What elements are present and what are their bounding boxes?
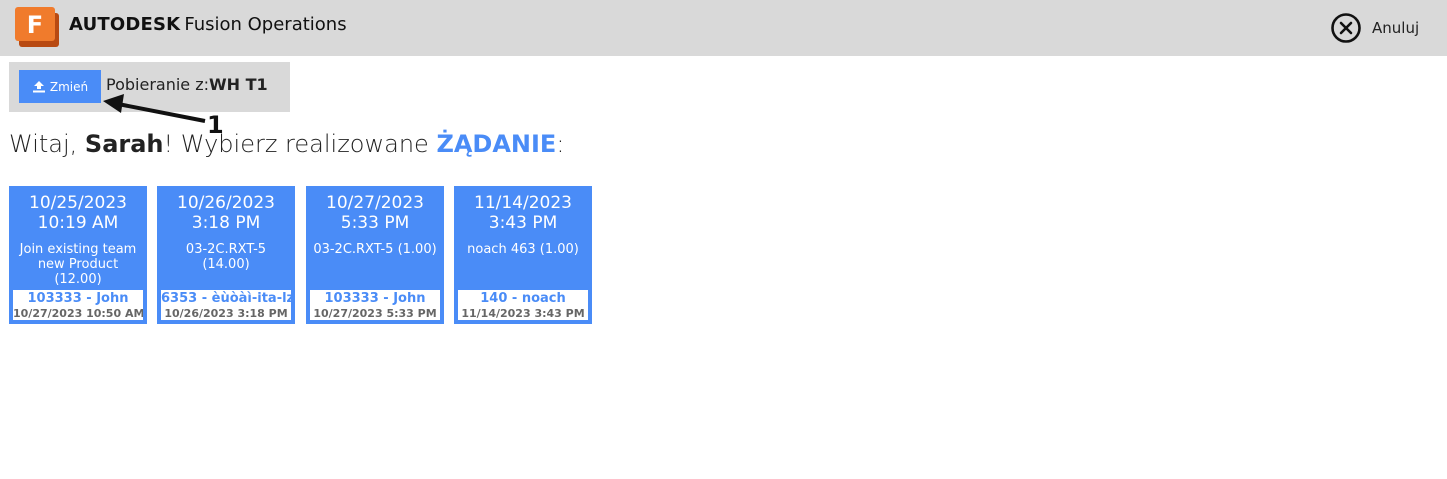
request-footer: 103333 - John 10/27/2023 10:50 AM <box>13 290 143 320</box>
request-timestamp: 10/27/2023 10:50 AM <box>13 307 143 320</box>
request-time: 3:18 PM <box>191 213 261 233</box>
request-timestamp: 11/14/2023 3:43 PM <box>461 307 585 320</box>
fusion-logo: F <box>15 7 59 47</box>
greeting-heading: Witaj, Sarah! Wybierz realizowane ŻĄDANI… <box>9 130 564 158</box>
greeting-prompt: ! Wybierz realizowane <box>163 130 437 158</box>
request-date: 10/25/2023 <box>29 193 127 213</box>
picking-location: Pobieranie z:WH T1 <box>106 75 268 94</box>
request-assignee: 140 - noach <box>480 291 566 306</box>
request-card[interactable]: 10/27/2023 5:33 PM 03-2C.RXT-5 (1.00) 10… <box>306 186 444 324</box>
request-card[interactable]: 10/26/2023 3:18 PM 03-2C.RXT-5 (14.00) 6… <box>157 186 295 324</box>
request-time: 5:33 PM <box>340 213 410 233</box>
request-time: 3:43 PM <box>488 213 558 233</box>
request-date: 11/14/2023 <box>474 193 572 213</box>
brand-name: AUTODESK <box>69 14 181 35</box>
entity-label: ŻĄDANIE <box>436 130 557 158</box>
top-bar: F AUTODESK Fusion Operations Anuluj <box>0 0 1447 56</box>
greeting-suffix: : <box>556 130 565 158</box>
request-description: 03-2C.RXT-5 (14.00) <box>185 242 267 272</box>
logo-letter: F <box>27 11 43 39</box>
request-card[interactable]: 10/25/2023 10:19 AM Join existing team n… <box>9 186 147 324</box>
upload-icon <box>32 81 45 93</box>
request-time: 10:19 AM <box>37 213 119 233</box>
request-timestamp: 10/26/2023 3:18 PM <box>164 307 288 320</box>
change-warehouse-button[interactable]: Zmień <box>19 70 101 103</box>
request-date: 10/26/2023 <box>177 193 275 213</box>
product-name: Fusion Operations <box>184 14 347 35</box>
warehouse-name: WH T1 <box>209 75 268 94</box>
request-timestamp: 10/27/2023 5:33 PM <box>313 307 437 320</box>
request-assignee: 103333 - John <box>27 291 129 306</box>
cancel-button[interactable]: Anuluj <box>1330 12 1419 44</box>
cancel-label: Anuluj <box>1372 19 1420 37</box>
app-title: AUTODESK Fusion Operations <box>69 14 347 35</box>
warehouse-bar: Zmień Pobieranie z:WH T1 <box>9 62 290 112</box>
change-warehouse-label: Zmień <box>49 79 89 94</box>
request-date: 10/27/2023 <box>326 193 424 213</box>
request-footer: 140 - noach 11/14/2023 3:43 PM <box>458 290 588 320</box>
request-footer: 103333 - John 10/27/2023 5:33 PM <box>310 290 440 320</box>
request-assignee: 6353 - èùòàì-ita-lzj <box>161 291 291 306</box>
request-assignee: 103333 - John <box>324 291 426 306</box>
picking-prefix: Pobieranie z: <box>106 75 209 94</box>
user-name: Sarah <box>84 130 164 158</box>
request-card[interactable]: 11/14/2023 3:43 PM noach 463 (1.00) 140 … <box>454 186 592 324</box>
request-footer: 6353 - èùòàì-ita-lzj 10/26/2023 3:18 PM <box>161 290 291 320</box>
greeting-hello: Witaj, <box>9 130 85 158</box>
close-circle-icon <box>1331 13 1361 43</box>
request-description: 03-2C.RXT-5 (1.00) <box>313 242 437 257</box>
request-description: Join existing team new Product (12.00) <box>19 242 137 287</box>
request-description: noach 463 (1.00) <box>467 242 579 257</box>
